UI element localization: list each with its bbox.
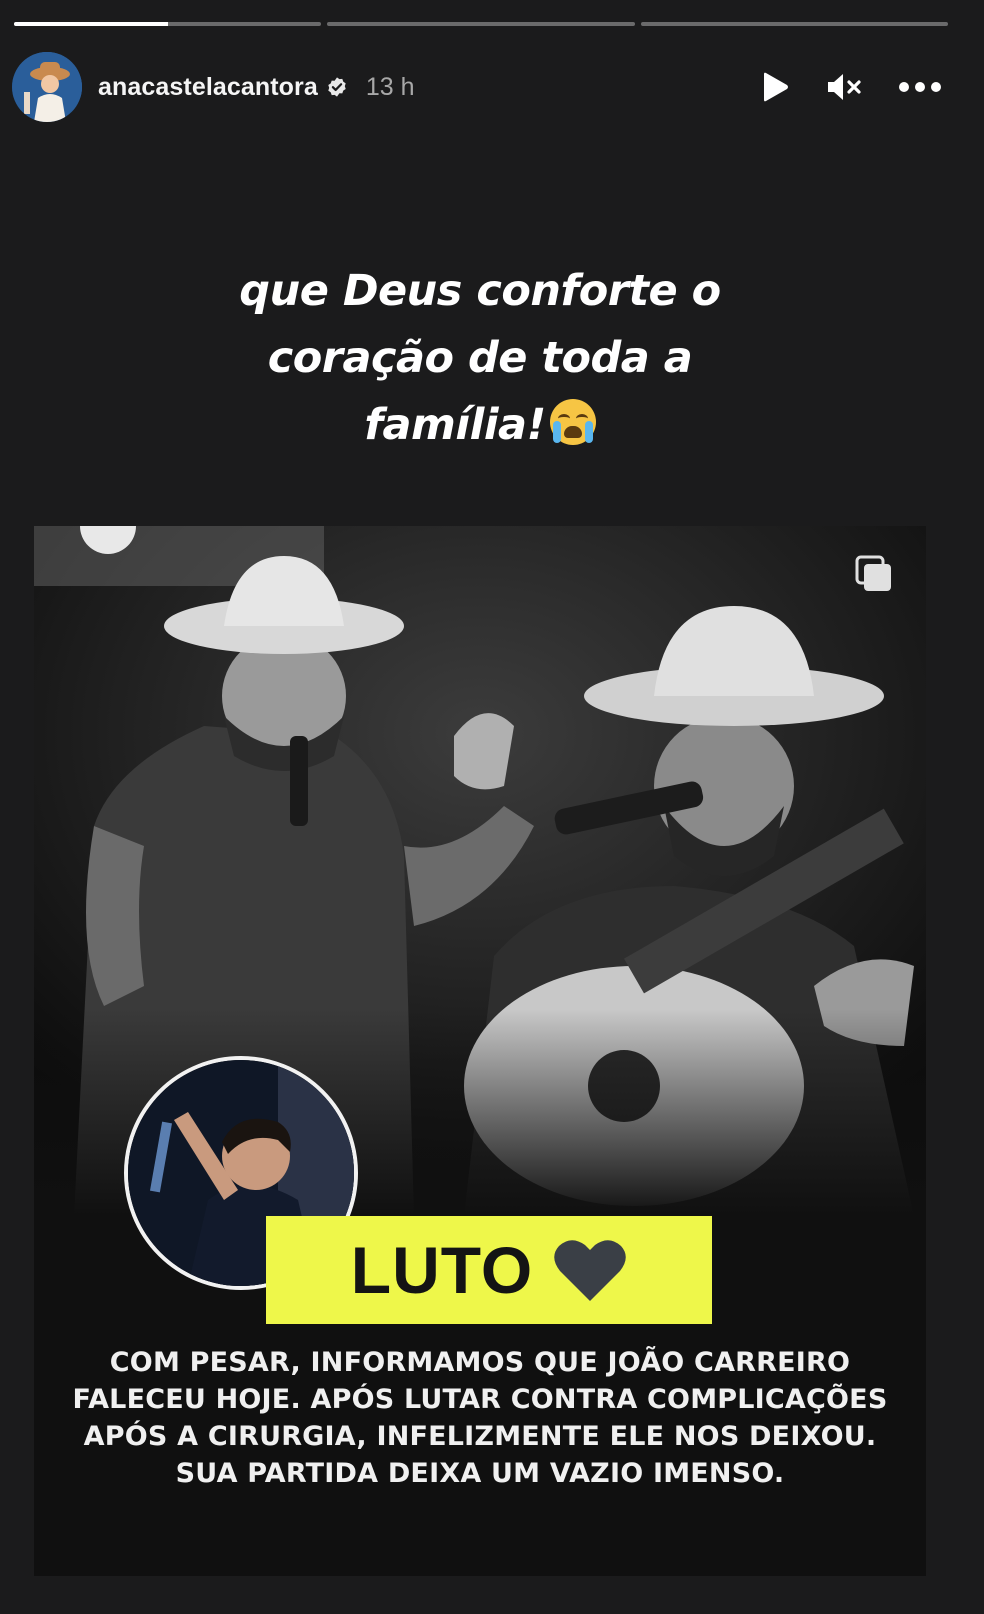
progress-segment <box>640 22 948 26</box>
story-controls <box>760 71 948 103</box>
shared-post[interactable]: LUTO COM PESAR, INFORMAMOS QUE JOÃO CARR… <box>34 526 926 1576</box>
mourning-label: LUTO <box>350 1233 534 1307</box>
verified-badge-icon <box>328 77 346 97</box>
avatar[interactable] <box>12 52 82 122</box>
username[interactable]: anacastelacantora <box>98 73 318 102</box>
play-icon[interactable] <box>760 71 790 103</box>
progress-segment <box>327 22 635 26</box>
mourning-badge: LUTO <box>266 1216 712 1324</box>
story-viewer: anacastelacantora 13 h que Deus conforte… <box>0 0 984 1614</box>
story-progress-bar <box>14 22 948 26</box>
caption-text: que Deus conforte o coração de toda a fa… <box>239 266 721 450</box>
black-heart-icon <box>554 1240 626 1301</box>
more-options-icon[interactable] <box>898 81 942 93</box>
post-time: 13 h <box>365 72 415 101</box>
progress-segment <box>14 22 322 26</box>
story-header: anacastelacantora 13 h <box>12 52 948 122</box>
crying-face-emoji-icon <box>549 399 596 445</box>
muted-speaker-icon[interactable] <box>826 72 862 102</box>
multiple-images-icon <box>855 555 891 591</box>
story-caption: que Deus conforte o coração de toda a fa… <box>190 258 770 459</box>
announcement-text: COM PESAR, INFORMAMOS QUE JOÃO CARREIRO … <box>72 1347 888 1489</box>
